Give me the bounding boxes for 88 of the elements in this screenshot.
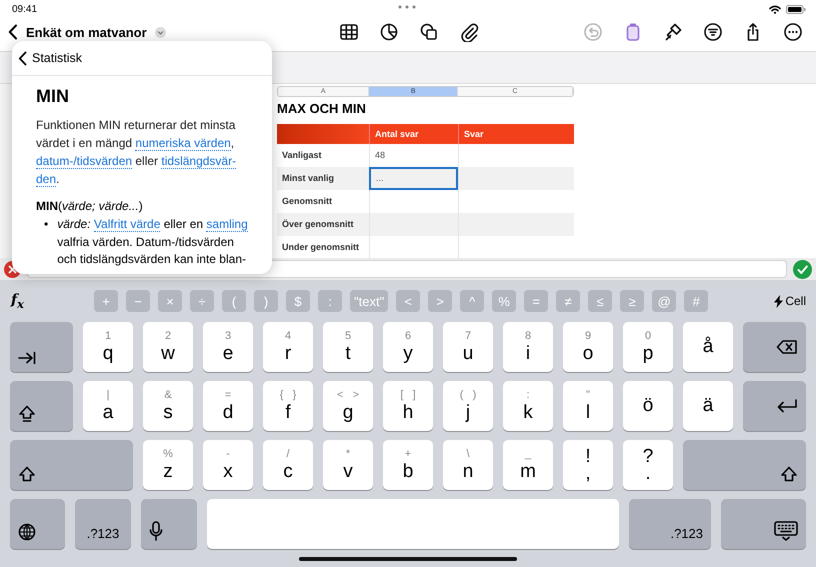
filter-button[interactable]	[703, 22, 723, 42]
chevron-down-icon[interactable]	[154, 26, 166, 38]
hide-keyboard-key[interactable]	[721, 499, 806, 549]
confirm-icon[interactable]	[793, 260, 812, 278]
help-link[interactable]: den	[36, 172, 56, 187]
key[interactable]: / c	[263, 440, 313, 490]
column-heading: Antal svar	[369, 124, 458, 144]
key[interactable]: 1 q	[83, 322, 133, 372]
function-syntax: MIN(värde; värde...)	[36, 199, 144, 213]
document-title[interactable]: Enkät om matvanor	[26, 24, 147, 40]
key[interactable]: [ ] h	[383, 381, 433, 431]
row-label: Minst vanlig	[281, 172, 336, 185]
key[interactable]: 9 o	[563, 322, 613, 372]
return-icon[interactable]	[776, 398, 798, 414]
key[interactable]: 6 y	[383, 322, 433, 372]
argument-description: värde: Valfritt värde eller en samling valfria värden. Datum-/tidsvärden och tidslängdsvärden kan inte blan-	[57, 216, 249, 268]
numbers-key[interactable]: .?123	[75, 499, 131, 549]
paintbrush-button[interactable]	[663, 22, 683, 42]
key[interactable]: 3 e	[203, 322, 253, 372]
tab-icon[interactable]	[18, 350, 36, 364]
row-label: Över genomsnitt	[281, 218, 355, 231]
cell-button[interactable]: Cell	[774, 294, 806, 308]
key[interactable]: = d	[203, 381, 253, 431]
key[interactable]: 0 p	[623, 322, 673, 372]
row-label: Genomsnitt	[281, 195, 334, 208]
dictation-key[interactable]	[141, 499, 197, 549]
help-link[interactable]: samling	[206, 217, 248, 232]
key[interactable]: * v	[323, 440, 373, 490]
key[interactable]: ö	[623, 381, 673, 431]
pie-chart-button[interactable]	[379, 22, 399, 42]
list-bullet: •	[44, 216, 48, 233]
table-cell[interactable]: ...	[369, 167, 458, 190]
shapes-button[interactable]	[419, 22, 439, 42]
key[interactable]: % z	[143, 440, 193, 490]
help-link[interactable]: datum-/tidsvärden	[36, 154, 132, 169]
keyboard-icon[interactable]	[774, 521, 798, 541]
shift-icon[interactable]	[780, 466, 798, 482]
key[interactable]: : k	[503, 381, 553, 431]
key[interactable]: 5 t	[323, 322, 373, 372]
more-button[interactable]	[783, 22, 803, 42]
key[interactable]: " l	[563, 381, 613, 431]
key[interactable]: \ n	[443, 440, 493, 490]
row-label: Vanligast	[281, 149, 323, 162]
multitasking-dots-icon[interactable]	[398, 5, 416, 9]
backspace-icon[interactable]	[776, 339, 798, 355]
key[interactable]: ? .	[623, 440, 673, 490]
key[interactable]: 4 r	[263, 322, 313, 372]
key[interactable]: å	[683, 322, 733, 372]
caps-lock-icon[interactable]	[18, 405, 36, 423]
status-time: 09:41	[12, 4, 38, 14]
key[interactable]: - x	[203, 440, 253, 490]
row-label: Under genomsnitt	[281, 241, 360, 254]
help-title: MIN	[36, 86, 70, 107]
help-link[interactable]: numeriska värden	[135, 136, 231, 151]
chevron-left-icon[interactable]	[18, 50, 27, 66]
key[interactable]: ( ) j	[443, 381, 493, 431]
globe-key[interactable]	[10, 499, 65, 549]
table-button[interactable]	[339, 22, 359, 42]
back-button[interactable]: Statistisk	[18, 50, 82, 66]
back-icon[interactable]	[8, 24, 18, 40]
key[interactable]: < > g	[323, 381, 373, 431]
paperclip-button[interactable]	[459, 22, 479, 42]
numbers-key[interactable]: .?123	[629, 499, 711, 549]
key[interactable]: _ m	[503, 440, 553, 490]
table-cell[interactable]: 48	[369, 144, 458, 167]
help-link[interactable]: tidslängdsvär-	[161, 154, 236, 169]
key[interactable]: & s	[143, 381, 193, 431]
help-description: Funktionen MIN returnerar det minsta värdet i en mängd numeriska värden, datum-/tidsvärden eller tidslängdsvär- den.	[36, 117, 238, 188]
bolt-icon	[774, 294, 784, 308]
shift-icon[interactable]	[18, 466, 36, 482]
globe-icon[interactable]	[18, 523, 36, 541]
caps-lock-key[interactable]	[10, 381, 73, 431]
wifi-icon	[769, 4, 781, 14]
key[interactable]: | a	[83, 381, 133, 431]
key[interactable]: 7 u	[443, 322, 493, 372]
microphone-icon[interactable]	[149, 521, 163, 541]
column-heading: Svar	[458, 124, 574, 144]
key[interactable]: 8 i	[503, 322, 553, 372]
key[interactable]: + b	[383, 440, 433, 490]
battery-icon	[786, 4, 806, 14]
help-link[interactable]: Valfritt värde	[94, 217, 160, 232]
key[interactable]: 2 w	[143, 322, 193, 372]
key[interactable]: { } f	[263, 381, 313, 431]
backspace-key[interactable]	[743, 322, 806, 372]
key[interactable]: ä	[683, 381, 733, 431]
function-key[interactable]: f$_{x}$	[11, 292, 94, 310]
sheet-title: MAX OCH MIN	[277, 101, 367, 117]
key[interactable]: ! ,	[563, 440, 613, 490]
